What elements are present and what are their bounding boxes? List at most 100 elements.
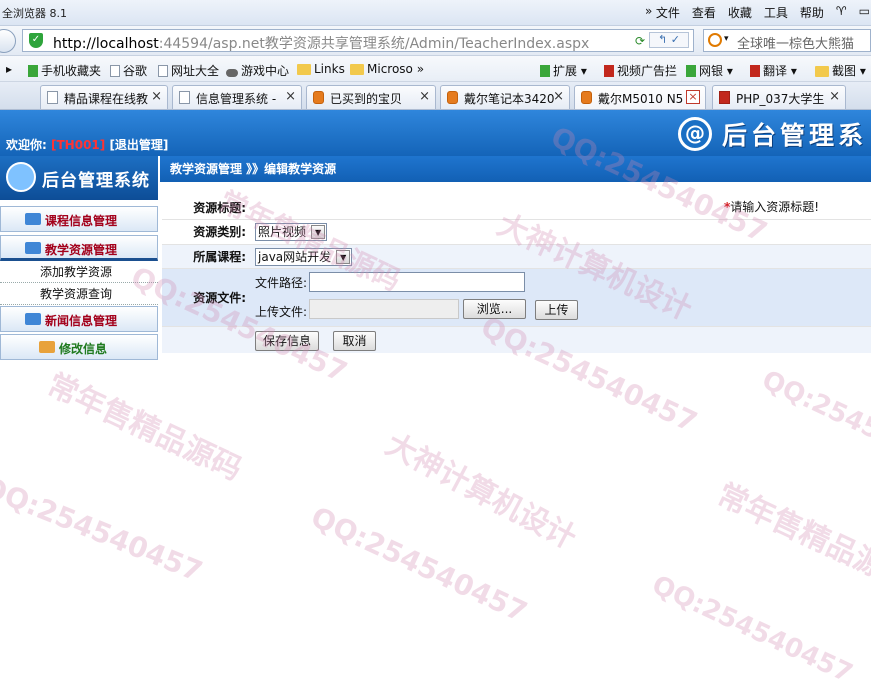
tab-close-icon[interactable]: ×: [553, 89, 564, 104]
edit-icon: [39, 341, 55, 353]
watermark-qq: QQ:254540457: [757, 365, 871, 485]
film-icon: [604, 65, 614, 77]
sidebar-item-news[interactable]: 新闻信息管理: [0, 306, 158, 332]
type-label: 资源类别:: [193, 225, 246, 239]
menu-view[interactable]: 查看: [691, 4, 717, 21]
path-label: 文件路径:: [255, 276, 308, 290]
row-file: 资源文件: 文件路径: 上传文件: 浏览... 上传: [162, 269, 871, 327]
save-button[interactable]: 保存信息: [255, 331, 319, 351]
browser-menu: 文件 查看 收藏 工具 帮助 ♈ ▭: [655, 4, 871, 21]
fav-label: 视频广告拦: [617, 64, 678, 78]
tab-bar: 精品课程在线教 × 信息管理系统 - × 已买到的宝贝 × 戴尔笔记本3420 …: [0, 82, 871, 110]
fav-google[interactable]: 谷歌: [110, 62, 147, 79]
file-label: 资源文件:: [193, 291, 246, 305]
watermark-slogan: 常年售精品源码: [41, 367, 247, 488]
tab-close-icon[interactable]: ×: [829, 89, 840, 104]
chevron-down-icon[interactable]: ▼: [311, 225, 326, 239]
search-input[interactable]: 全球唯一棕色大熊猫: [737, 33, 854, 52]
welcome-prefix: 欢迎你:: [6, 138, 47, 152]
back-button[interactable]: [0, 29, 16, 53]
upload-button[interactable]: 上传: [535, 300, 578, 320]
sidebar-subitem-add-resource[interactable]: 添加教学资源: [0, 261, 158, 283]
menu-file[interactable]: 文件: [655, 4, 681, 21]
toolbar-adblock[interactable]: 视频广告拦: [604, 62, 677, 79]
logout-link[interactable]: [退出管理]: [109, 138, 168, 152]
fav-mobile[interactable]: 手机收藏夹: [28, 62, 101, 79]
sidebar-item-label: 课程信息管理: [45, 214, 118, 228]
shirt-icon[interactable]: ♈: [835, 4, 848, 21]
menu-overflow-icon[interactable]: »: [645, 4, 652, 18]
fav-games[interactable]: 游戏中心: [226, 62, 289, 79]
at-logo-icon: @: [678, 117, 712, 151]
title-required-hint: *请输入资源标题!: [724, 198, 819, 215]
tab-close-icon[interactable]: ×: [151, 89, 162, 104]
menu-help[interactable]: 帮助: [799, 4, 825, 21]
tab-3[interactable]: 已买到的宝贝 ×: [306, 85, 436, 109]
tab-4[interactable]: 戴尔笔记本3420 ×: [440, 85, 570, 109]
extensions-icon: [540, 65, 550, 77]
sidebar-subitem-query-resource[interactable]: 教学资源查询: [0, 283, 158, 305]
url-text[interactable]: http://localhost:44594/asp.net教学资源共享管理系统…: [53, 33, 589, 53]
course-select[interactable]: java网站开发 ▼: [255, 248, 353, 266]
tab-5-active[interactable]: 戴尔M5010 N5 ×: [574, 85, 706, 109]
favorites-bar: ▸ 手机收藏夹 谷歌 网址大全 游戏中心 Links Microso » 扩展 …: [0, 56, 871, 82]
search-box[interactable]: ▾ 全球唯一棕色大熊猫: [703, 29, 871, 52]
browse-button[interactable]: 浏览...: [463, 299, 526, 319]
chevron-down-icon[interactable]: ▼: [336, 250, 351, 264]
row-title: 资源标题: *请输入资源标题!: [162, 196, 871, 220]
sidebar-item-course[interactable]: 课程信息管理: [0, 206, 158, 232]
tab-1[interactable]: 精品课程在线教 ×: [40, 85, 168, 109]
minimize-icon[interactable]: ▭: [858, 4, 871, 21]
type-select[interactable]: 照片视频 ▼: [255, 223, 328, 241]
fav-links[interactable]: Links: [297, 62, 345, 76]
menu-tools[interactable]: 工具: [763, 4, 789, 21]
tab-close-icon[interactable]: ×: [285, 89, 296, 104]
tab-close-icon[interactable]: ×: [419, 89, 430, 104]
browser-title: 全浏览器 8.1: [2, 7, 67, 20]
menu-favorites[interactable]: 收藏: [727, 4, 753, 21]
nav-arrows-icon[interactable]: ↰ ✓: [649, 32, 689, 48]
tab-close-icon[interactable]: ×: [686, 90, 700, 104]
cancel-button[interactable]: 取消: [333, 331, 376, 351]
course-selected: java网站开发: [258, 250, 332, 264]
folder-icon: [297, 64, 311, 75]
toolbar-screenshot[interactable]: 截图 ▾: [815, 62, 866, 79]
path-input[interactable]: [309, 272, 525, 292]
fav-chevron-icon[interactable]: ▸: [6, 62, 12, 76]
fav-microso[interactable]: Microso »: [350, 62, 424, 76]
fav-urls[interactable]: 网址大全: [158, 62, 219, 79]
sidebar-item-label: 新闻信息管理: [45, 314, 118, 328]
gamepad-icon: [226, 69, 238, 77]
tab-6[interactable]: PHP_037大学生 ×: [712, 85, 846, 109]
watermark-slogan: 常年售精品源码: [711, 477, 871, 598]
file-input[interactable]: [309, 299, 459, 319]
folder-icon: [25, 313, 41, 325]
watermark-qq: QQ:254540457: [0, 470, 208, 589]
chevron-down-icon[interactable]: ▾: [724, 34, 729, 44]
watermark-qq: QQ:254540457: [647, 570, 858, 689]
sidebar-item-label: 修改信息: [59, 342, 108, 356]
phone-icon: [28, 65, 38, 77]
fav-label: 游戏中心: [241, 64, 290, 78]
toolbar-extensions[interactable]: 扩展 ▾: [540, 62, 587, 79]
sidebar-item-profile[interactable]: 修改信息: [0, 334, 158, 360]
tab-2[interactable]: 信息管理系统 - ×: [172, 85, 302, 109]
sidebar-item-label: 教学资源管理: [45, 243, 118, 257]
tab-label: PHP_037大学生: [736, 92, 825, 106]
toolbar-bank[interactable]: 网银 ▾: [686, 62, 733, 79]
upload-label: 上传文件:: [255, 305, 308, 319]
row-type: 资源类别: 照片视频 ▼: [162, 220, 871, 245]
sidebar-item-resources[interactable]: 教学资源管理: [0, 235, 158, 261]
brand: @ 后台管理系: [678, 116, 867, 152]
fav-label: 扩展: [553, 64, 578, 78]
url-box[interactable]: ✓ http://localhost:44594/asp.net教学资源共享管理…: [22, 29, 694, 52]
watermark-qq: QQ:254540457: [306, 500, 533, 629]
toolbar-translate[interactable]: 翻译 ▾: [750, 62, 797, 79]
address-bar: ✓ http://localhost:44594/asp.net教学资源共享管理…: [0, 26, 871, 56]
fav-label: 翻译: [763, 64, 788, 78]
sidebar-logo: 后台管理系统: [0, 156, 158, 200]
php-icon: [719, 91, 730, 104]
fav-label: 网银: [699, 64, 724, 78]
page-icon: [179, 91, 190, 104]
search-engine-icon[interactable]: [708, 33, 722, 47]
